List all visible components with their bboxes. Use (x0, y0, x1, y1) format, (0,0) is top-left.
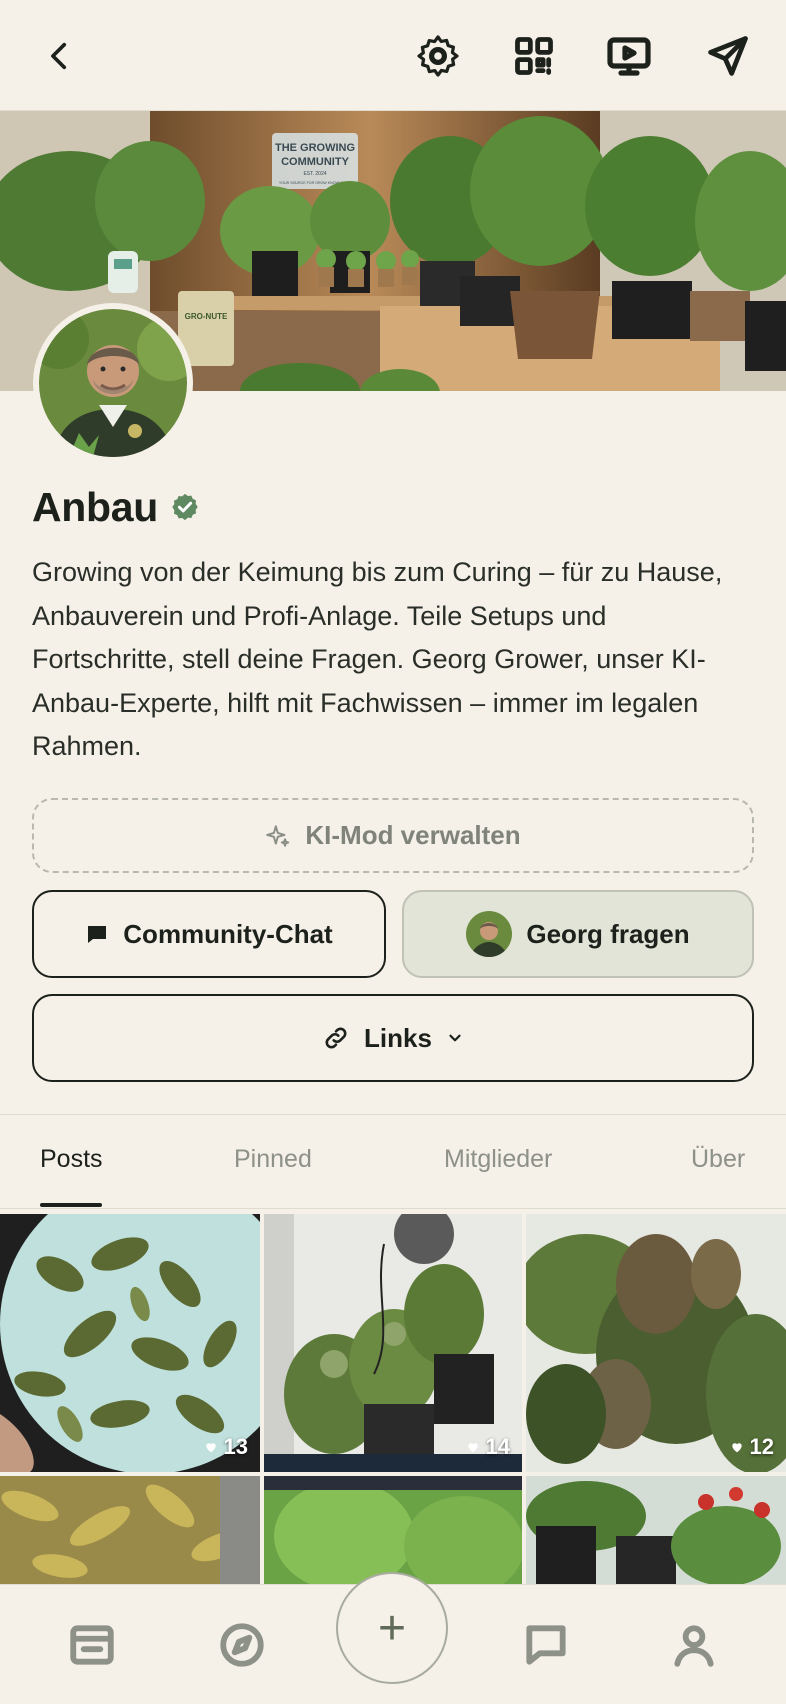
compass-icon[interactable] (212, 1615, 272, 1675)
active-tab-indicator (40, 1203, 102, 1207)
sign-text-3: EST. 2024 (303, 171, 326, 177)
tab-members[interactable]: Mitglieder (444, 1145, 552, 1174)
like-count-value: 12 (749, 1434, 774, 1459)
tab-posts[interactable]: Posts (40, 1145, 103, 1174)
back-icon[interactable] (32, 28, 88, 84)
community-name: Anbau (32, 483, 159, 530)
sign-text-2: COMMUNITY (281, 156, 349, 168)
ask-georg-label: Georg fragen (526, 918, 690, 949)
heart-icon (731, 1443, 742, 1453)
community-title: Anbau (32, 482, 200, 532)
add-post-button[interactable]: + (336, 1572, 448, 1684)
feed-icon[interactable] (62, 1615, 122, 1675)
like-count-value: 14 (485, 1434, 510, 1459)
post-tile[interactable]: 13 (0, 1214, 260, 1472)
tab-pinned[interactable]: Pinned (234, 1145, 312, 1174)
chat-icon[interactable] (516, 1615, 576, 1675)
top-bar (0, 0, 786, 111)
post-grid: 13 14 12 (0, 1214, 786, 1584)
post-tile[interactable] (526, 1476, 786, 1584)
verified-icon (170, 492, 200, 522)
like-count-value: 13 (223, 1434, 248, 1459)
send-icon[interactable] (700, 28, 756, 84)
sparkle-icon (265, 823, 291, 849)
play-screen-icon[interactable] (601, 28, 657, 84)
ki-mod-label: KI-Mod verwalten (305, 820, 521, 850)
profile-icon[interactable] (664, 1615, 724, 1675)
ki-mod-manage-button[interactable]: KI-Mod verwalten (32, 798, 754, 873)
sign-text-1: THE GROWING (275, 142, 355, 154)
add-icon: + (377, 1601, 407, 1655)
qr-code-icon[interactable] (506, 28, 562, 84)
community-chat-button[interactable]: Community-Chat (32, 890, 386, 978)
tab-about[interactable]: Über (691, 1145, 745, 1174)
post-tile[interactable] (264, 1476, 522, 1584)
chevron-down-icon (446, 1029, 464, 1047)
post-tile[interactable] (0, 1476, 260, 1584)
like-count: 14 (466, 1434, 510, 1460)
post-tile[interactable]: 12 (526, 1214, 786, 1472)
links-dropdown-button[interactable]: Links (32, 994, 754, 1082)
ask-georg-button[interactable]: Georg fragen (402, 890, 754, 978)
community-chat-label: Community-Chat (123, 918, 333, 949)
bag-label: GRO-NUTE (185, 312, 228, 321)
tab-bar: Posts Pinned Mitglieder Über (0, 1115, 786, 1209)
community-description: Growing von der Keimung bis zum Curing –… (32, 557, 723, 761)
post-tile[interactable]: 14 (264, 1214, 522, 1472)
georg-avatar (466, 911, 513, 957)
like-count: 13 (204, 1434, 248, 1460)
heart-icon (205, 1443, 216, 1453)
like-count: 12 (730, 1434, 774, 1460)
community-avatar (33, 303, 193, 463)
gear-icon[interactable] (410, 28, 466, 84)
link-icon (322, 1024, 350, 1052)
links-label: Links (364, 1022, 432, 1053)
chat-bubble-icon (85, 922, 109, 946)
heart-icon (467, 1443, 478, 1453)
